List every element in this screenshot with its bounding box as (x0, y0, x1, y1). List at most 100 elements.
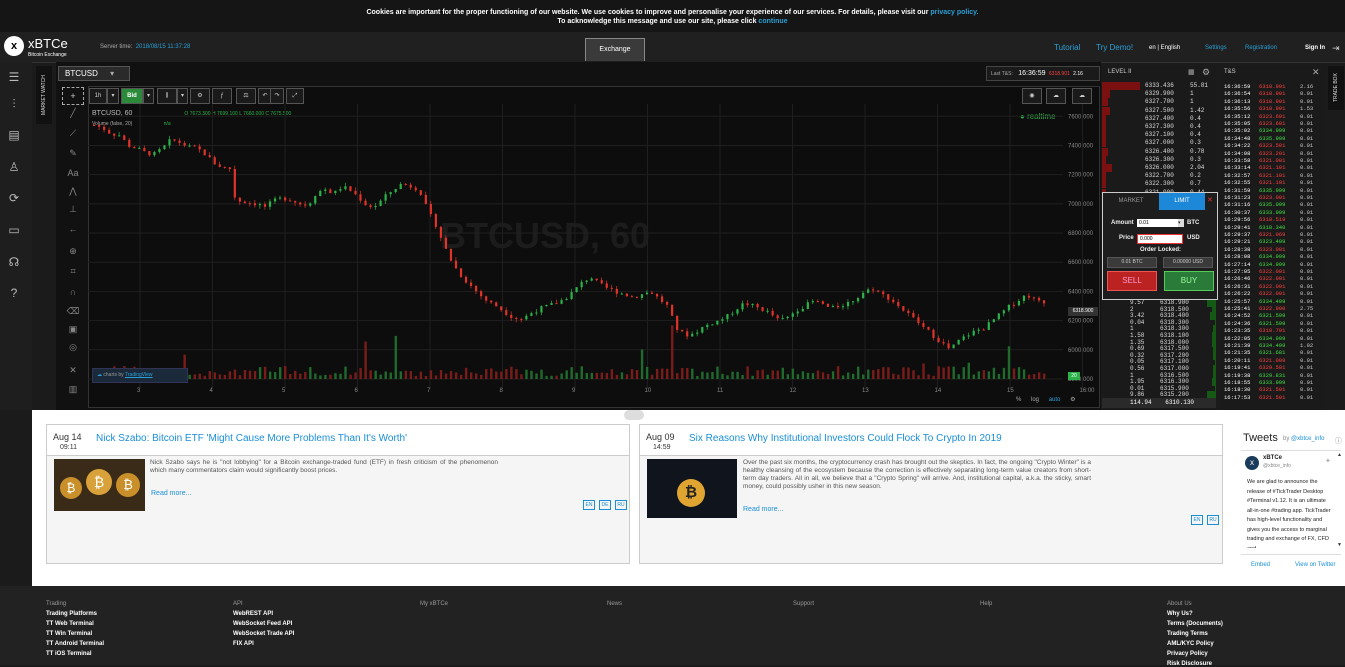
close-icon[interactable]: ✕ (1207, 196, 1213, 204)
ask-row[interactable]: 6322.300 0.7 (1102, 180, 1216, 189)
news-2-read-more[interactable]: Read more... (743, 506, 783, 513)
measure-icon[interactable]: ⊥ (62, 204, 84, 218)
footer-link[interactable]: TT Android Terminal (46, 641, 104, 647)
brush-icon[interactable]: ✎ (62, 148, 84, 162)
footer-link[interactable]: WebREST API (233, 611, 273, 617)
ask-row[interactable]: 6327.000 0.3 (1102, 139, 1216, 148)
symbol-select[interactable]: BTCUSD ▾ (58, 66, 130, 81)
footer-link[interactable]: Privacy Policy (1167, 651, 1208, 657)
continue-link[interactable]: continue (758, 18, 787, 25)
log-toggle[interactable]: log (1031, 397, 1039, 403)
crosshair-icon[interactable]: + (62, 87, 84, 105)
registration-link[interactable]: Registration (1245, 45, 1277, 51)
news-2-lang-ru[interactable]: RU (1207, 515, 1219, 525)
tv-icon[interactable]: ▭ (6, 223, 22, 237)
tab-limit[interactable]: LIMIT (1159, 193, 1205, 210)
magnet-icon[interactable]: ∩ (62, 287, 84, 301)
tweet-account[interactable]: xBTCe (1263, 455, 1282, 461)
trade-box-tab[interactable]: TRADE BOX (1328, 66, 1344, 110)
news-2-image[interactable]: ₿ (647, 459, 737, 518)
price-input[interactable]: 0.000 (1137, 234, 1183, 244)
footer-link[interactable]: WebSocket Trade API (233, 631, 294, 637)
footer-link[interactable]: AML/KYC Policy (1167, 641, 1214, 647)
percent-toggle[interactable]: % (1016, 397, 1021, 403)
refresh-icon[interactable]: ⟳ (6, 191, 22, 205)
orderbook-calc-icon[interactable]: ▦ (1188, 68, 1195, 76)
footer-link[interactable]: WebSocket Feed API (233, 621, 292, 627)
amount-stepper-icon[interactable]: ▾ (1178, 219, 1184, 227)
tab-exchange[interactable]: Exchange (585, 38, 645, 61)
trash-icon[interactable]: ▥ (62, 384, 84, 398)
footer-link[interactable]: FIX API (233, 641, 254, 647)
ask-row[interactable]: 6322.700 0.2 (1102, 172, 1216, 181)
footer-link[interactable]: Trading Terms (1167, 631, 1208, 637)
ask-row[interactable]: 6333.436 55.81 (1102, 82, 1216, 90)
eraser-icon[interactable]: ⌫ (62, 306, 84, 320)
attribution-link[interactable]: TradingView (125, 372, 153, 378)
tradingview-attribution[interactable]: ☁ charts by TradingView (92, 368, 188, 383)
settings-gear-icon[interactable]: ⚙ (1070, 397, 1075, 403)
avatar[interactable]: x (1245, 456, 1259, 470)
candles-icon[interactable]: ⫶ (6, 97, 22, 111)
arrow-icon[interactable]: ← (62, 224, 84, 238)
news-1-image[interactable]: ₿ ₿ ₿ (54, 459, 145, 511)
footer-link[interactable]: Trading Platforms (46, 611, 97, 617)
footer-link[interactable]: Terms (Documents) (1167, 621, 1223, 627)
camera-icon[interactable]: ◉ (1022, 88, 1042, 104)
language-select[interactable]: en | English (1149, 45, 1180, 51)
close-icon[interactable]: ✕ (1312, 67, 1320, 78)
ask-row[interactable]: 6329.900 1 (1102, 90, 1216, 99)
compare-icon[interactable]: ⚖ (236, 88, 256, 104)
tweets-handle-link[interactable]: @xbtce_info (1291, 436, 1324, 442)
cloud-download-icon[interactable]: ☁ (1046, 88, 1066, 104)
orders-icon[interactable]: ▤ (6, 128, 22, 142)
ask-row[interactable]: 6326.400 0.78 (1102, 147, 1216, 156)
amount-input[interactable]: 0.01 (1137, 219, 1181, 227)
footer-link[interactable]: TT Web Terminal (46, 621, 94, 627)
tab-market[interactable]: MARKET (1103, 193, 1159, 210)
footer-link[interactable]: Why Us? (1167, 611, 1193, 617)
ask-row[interactable]: 6327.500 1.42 (1102, 106, 1216, 115)
market-watch-tab[interactable]: MARKET WATCH (36, 66, 52, 124)
fib-icon[interactable]: ⟋ (62, 128, 84, 142)
news-1-lang-ru[interactable]: RU (615, 500, 627, 510)
eye-icon[interactable]: ◎ (62, 342, 84, 356)
privacy-policy-link[interactable]: privacy policy. (930, 9, 978, 16)
sign-in-link[interactable]: Sign In (1305, 45, 1325, 51)
news-1-title[interactable]: Nick Szabo: Bitcoin ETF 'Might Cause Mor… (96, 433, 407, 444)
lock-icon[interactable]: ▣ (62, 324, 84, 338)
ask-row[interactable]: 6327.100 0.4 (1102, 131, 1216, 140)
news-1-lang-de[interactable]: DE (599, 500, 611, 510)
footer-link[interactable]: Risk Disclosure (1167, 661, 1212, 667)
menu-icon[interactable]: ☰ (6, 70, 22, 84)
user-icon[interactable]: ♙ (6, 160, 22, 174)
settings-link[interactable]: Settings (1205, 45, 1227, 51)
ruler-icon[interactable]: ⌗ (62, 266, 84, 280)
gear-icon[interactable]: ⚙ (1202, 67, 1210, 78)
settings-gear-icon[interactable]: ⚙ (190, 88, 210, 104)
sell-button[interactable]: SELL (1107, 271, 1157, 291)
bid-select[interactable]: Bid (121, 88, 143, 104)
logo-text[interactable]: xBTCe (28, 36, 68, 51)
sign-in-icon[interactable]: ⇥ (1332, 43, 1340, 54)
tweet-account-handle[interactable]: @xbtce_info (1263, 463, 1291, 469)
logo-icon[interactable]: x (4, 36, 24, 56)
info-icon[interactable]: ⓘ (1335, 436, 1342, 446)
buy-button[interactable]: BUY (1164, 271, 1214, 291)
chevron-down-icon[interactable]: ▾ (143, 88, 154, 104)
ask-row[interactable]: 6327.700 1 (1102, 98, 1216, 107)
redo-icon[interactable]: ↷ (270, 88, 284, 104)
ask-row[interactable]: 6327.400 0.4 (1102, 114, 1216, 123)
help-icon[interactable]: ? (6, 286, 22, 300)
footer-link[interactable]: TT iOS Terminal (46, 651, 92, 657)
news-2-title[interactable]: Six Reasons Why Institutional Investors … (689, 433, 1002, 444)
pattern-icon[interactable]: ⋀ (62, 186, 84, 200)
chevron-down-icon[interactable]: ▾ (177, 88, 188, 104)
headset-icon[interactable]: ☊ (6, 255, 22, 269)
embed-link[interactable]: Embed (1251, 562, 1270, 568)
tutorial-link[interactable]: Tutorial (1054, 43, 1080, 52)
news-2-lang-en[interactable]: EN (1191, 515, 1203, 525)
scroll-up-icon[interactable]: ▲ (1337, 452, 1342, 458)
ask-row[interactable]: 6326.000 2.04 (1102, 164, 1216, 172)
zoom-icon[interactable]: ⊕ (62, 246, 84, 260)
